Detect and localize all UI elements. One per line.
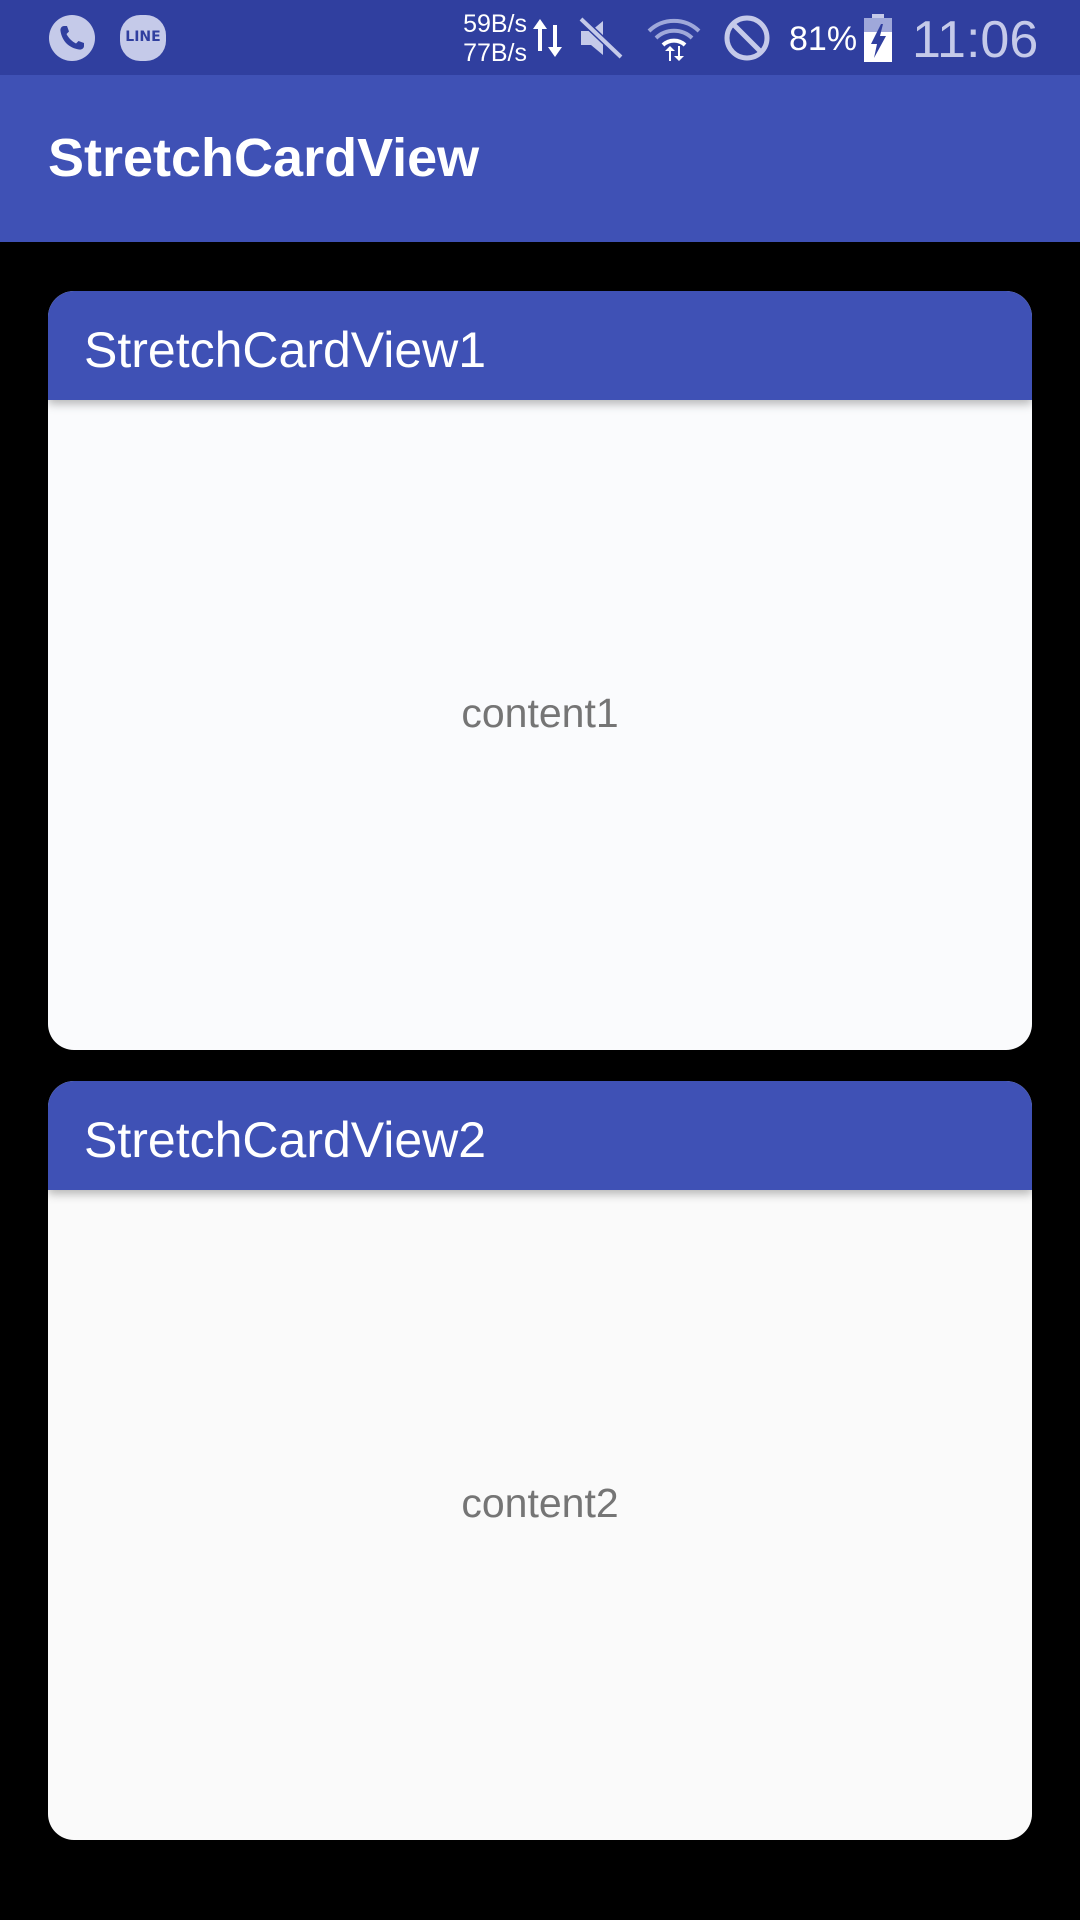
do-not-disturb-icon — [722, 13, 772, 67]
mute-icon — [575, 13, 627, 67]
wifi-icon — [645, 13, 703, 69]
card-content: content2 — [461, 1479, 619, 1526]
card-title: StretchCardView2 — [84, 1112, 487, 1168]
phone-icon — [49, 15, 95, 61]
data-transfer-icon — [530, 13, 566, 67]
battery-percent: 81% — [789, 20, 858, 58]
card-content: content1 — [461, 689, 619, 736]
card-header[interactable]: StretchCardView2 — [48, 1081, 1032, 1190]
card-title: StretchCardView1 — [84, 322, 487, 378]
stretch-card-1[interactable]: StretchCardView1 content1 — [48, 291, 1032, 1050]
battery-charging-icon — [862, 14, 894, 68]
network-speed: 59B/s 77B/s — [451, 10, 527, 68]
download-speed: 77B/s — [463, 39, 527, 67]
card-body: content1 — [48, 400, 1032, 1050]
card-header[interactable]: StretchCardView1 — [48, 291, 1032, 400]
line-app-label: LINE — [125, 29, 161, 45]
clock: 11:06 — [912, 11, 1039, 69]
line-app-icon: LINE — [120, 15, 166, 61]
card-body: content2 — [48, 1190, 1032, 1840]
status-bar: LINE 59B/s 77B/s 81% 11:06 — [0, 0, 1080, 75]
stretch-card-2[interactable]: StretchCardView2 content2 — [48, 1081, 1032, 1840]
app-bar: StretchCardView — [0, 75, 1080, 242]
upload-speed: 59B/s — [463, 10, 527, 38]
app-title: StretchCardView — [48, 128, 480, 188]
